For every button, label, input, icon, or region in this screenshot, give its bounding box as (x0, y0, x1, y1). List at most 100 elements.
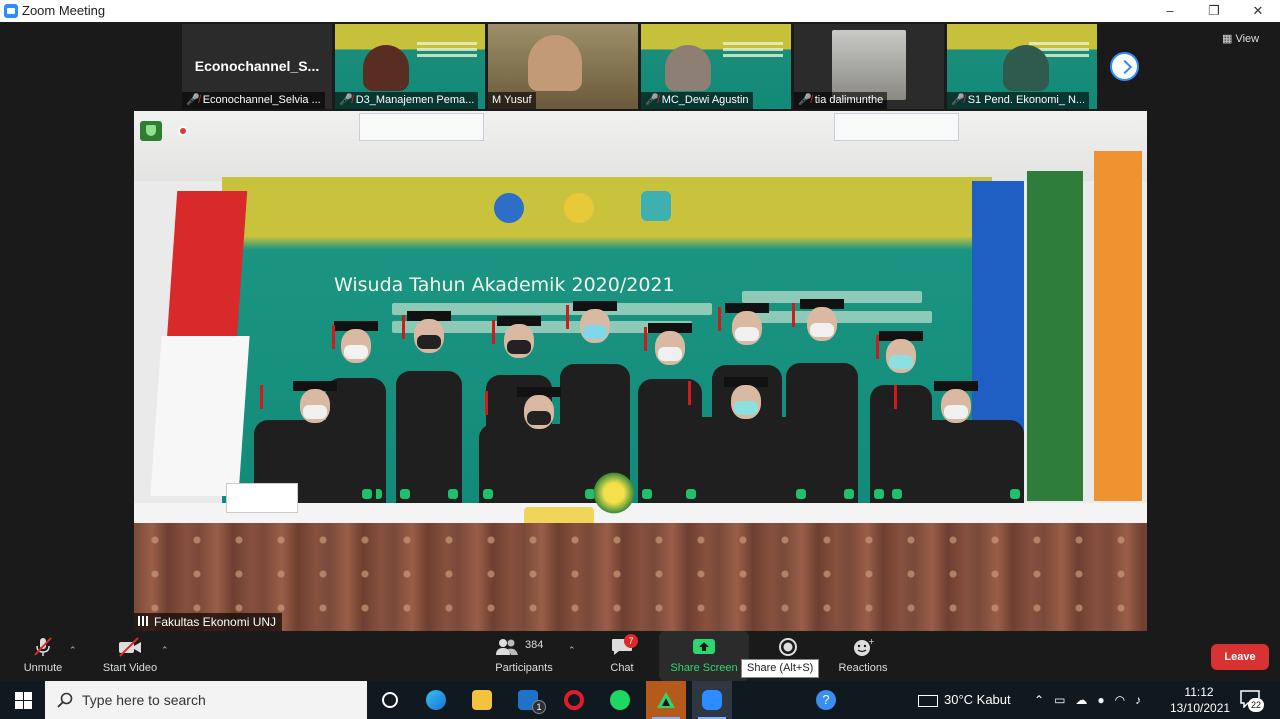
reactions-button[interactable]: + Reactions (832, 631, 894, 681)
participants-icon (496, 639, 518, 655)
recording-indicator: Recording (140, 121, 260, 141)
edge-browser-icon (426, 690, 446, 710)
muted-mic-icon: 🎤̸ (339, 94, 353, 106)
participant-thumbnail[interactable]: 🎤̸ tia dalimunthe (794, 24, 944, 109)
participant-name-label: 🎤̸ S1 Pend. Ekonomi_ N... (947, 92, 1090, 109)
participant-video-person (363, 45, 409, 91)
video-options-chevron-icon[interactable]: ⌃ (161, 645, 169, 656)
taskbar-edge[interactable] (416, 681, 456, 719)
battery-icon[interactable]: ▭ (1054, 693, 1075, 707)
participant-video-person (528, 35, 582, 91)
taskbar-zoom[interactable] (692, 681, 732, 719)
participants-options-chevron-icon[interactable]: ⌃ (568, 645, 576, 656)
participant-thumbnail[interactable]: 🎤̸ MC_Dewi Agustin (641, 24, 791, 109)
weather-widget[interactable]: 30°C Kabut (918, 681, 1011, 719)
connection-signal-icon (138, 616, 150, 626)
participant-thumbnail[interactable]: M Yusuf (488, 24, 638, 109)
meeting-area: Econochannel_S... 🎤̸ Econochannel_Selvia … (0, 22, 1280, 631)
participant-name-label: 🎤̸ Econochannel_Selvia ... (182, 92, 325, 109)
record-icon (776, 637, 800, 657)
wifi-icon[interactable]: ◠ (1115, 693, 1135, 707)
participant-thumbnail[interactable]: 🎤̸ D3_Manajemen Pema... (335, 24, 485, 109)
active-speaker-label: Fakultas Ekonomi UNJ (134, 613, 283, 631)
chevron-up-icon[interactable]: ⌃ (1034, 693, 1054, 707)
window-title: Zoom Meeting (22, 3, 106, 18)
recording-label: Recording (192, 123, 243, 135)
next-page-arrow-icon[interactable] (1110, 52, 1139, 81)
zoom-app-icon (702, 690, 722, 710)
close-button[interactable]: ✕ (1236, 0, 1280, 22)
search-icon (57, 692, 73, 708)
meeting-toolbar: Unmute ⌃ Start Video ⌃ 384 Participants … (0, 631, 1280, 681)
clock-date: 13/10/2021 (1170, 701, 1231, 715)
taskbar-search-input[interactable]: Type here to search (45, 681, 367, 719)
cloud-icon[interactable]: ☁ (1075, 693, 1097, 707)
mail-unread-badge: 1 (532, 700, 546, 714)
participant-video-person (665, 45, 711, 91)
volume-icon[interactable]: ♪ (1135, 693, 1151, 707)
main-video: Wisuda Tahun Akademik 2020/2021 Recordin… (134, 111, 1147, 631)
opera-icon (564, 690, 584, 710)
taskbar-help[interactable]: ? (806, 681, 846, 719)
task-view-icon (382, 692, 398, 708)
svg-text:+: + (868, 637, 875, 646)
start-video-button[interactable]: Start Video (96, 631, 164, 681)
share-screen-button[interactable]: Share Screen (659, 631, 749, 681)
weather-icon (918, 694, 938, 707)
participant-display-name: Econochannel_S... (194, 58, 320, 74)
taskbar-clock[interactable]: 11:12 13/10/2021 (1170, 684, 1231, 716)
restore-button[interactable]: ❐ (1192, 0, 1236, 22)
participant-thumbnail[interactable]: 🎤̸ S1 Pend. Ekonomi_ N... (947, 24, 1097, 109)
view-button[interactable]: ▦ View (1222, 32, 1259, 45)
windows-start-button[interactable] (0, 681, 44, 719)
muted-mic-icon: 🎤̸ (951, 94, 965, 106)
unmute-button[interactable]: Unmute (18, 631, 68, 681)
participants-button[interactable]: 384 Participants (488, 631, 560, 681)
minimize-button[interactable]: – (1148, 0, 1192, 22)
participant-name-label: 🎤̸ tia dalimunthe (794, 92, 888, 109)
help-icon: ? (816, 690, 836, 710)
muted-mic-icon: 🎤̸ (186, 94, 200, 106)
search-placeholder: Type here to search (82, 692, 206, 708)
participant-name-label: 🎤̸ MC_Dewi Agustin (641, 92, 753, 109)
reactions-smiley-icon: + (851, 637, 875, 657)
taskbar-opera[interactable] (554, 681, 594, 719)
taskbar-app-active[interactable] (646, 681, 686, 719)
participant-video-person (1003, 45, 1049, 91)
zoom-logo-icon (4, 4, 18, 18)
share-screen-icon (692, 637, 716, 657)
leave-button[interactable]: Leave (1211, 644, 1269, 670)
muted-mic-icon: 🎤̸ (798, 94, 812, 106)
taskbar-file-explorer[interactable] (462, 681, 502, 719)
windows-taskbar: Type here to search 1 ? 30°C Kabut ⌃▭☁●◠… (0, 681, 1280, 719)
recording-dot-icon (178, 126, 188, 136)
share-tooltip: Share (Alt+S) (741, 659, 820, 678)
triangle-app-icon (657, 692, 675, 708)
participant-name-label: 🎤̸ D3_Manajemen Pema... (335, 92, 479, 109)
participants-count: 384 (525, 639, 544, 651)
spotify-icon (610, 690, 630, 710)
taskbar-mail[interactable]: 1 (508, 681, 548, 719)
clock-time: 11:12 (1184, 685, 1214, 699)
notification-center-button[interactable]: 22 (1240, 690, 1264, 712)
folder-icon (472, 690, 492, 710)
chat-icon: 7 (610, 634, 638, 657)
audio-options-chevron-icon[interactable]: ⌃ (69, 645, 77, 656)
microphone-icon[interactable]: ● (1097, 693, 1114, 707)
participant-thumbnail[interactable]: Econochannel_S... 🎤̸ Econochannel_Selvia … (182, 24, 332, 109)
task-view-button[interactable] (370, 681, 410, 719)
chat-button[interactable]: 7 Chat (600, 631, 644, 681)
taskbar-spotify[interactable] (600, 681, 640, 719)
banner-title: Wisuda Tahun Akademik 2020/2021 (334, 274, 675, 296)
participant-name-label: M Yusuf (488, 92, 536, 109)
muted-microphone-icon (31, 637, 55, 657)
muted-mic-icon: 🎤̸ (645, 94, 659, 106)
security-shield-icon[interactable] (140, 121, 162, 141)
participant-video-frame (832, 30, 906, 100)
chat-unread-badge: 7 (624, 634, 638, 648)
grid-icon: ▦ (1222, 33, 1236, 45)
video-off-icon (118, 637, 142, 657)
notification-count-badge: 22 (1248, 698, 1264, 712)
title-bar: Zoom Meeting – ❐ ✕ (0, 0, 1280, 22)
system-tray-icons[interactable]: ⌃▭☁●◠♪ (1034, 681, 1151, 719)
